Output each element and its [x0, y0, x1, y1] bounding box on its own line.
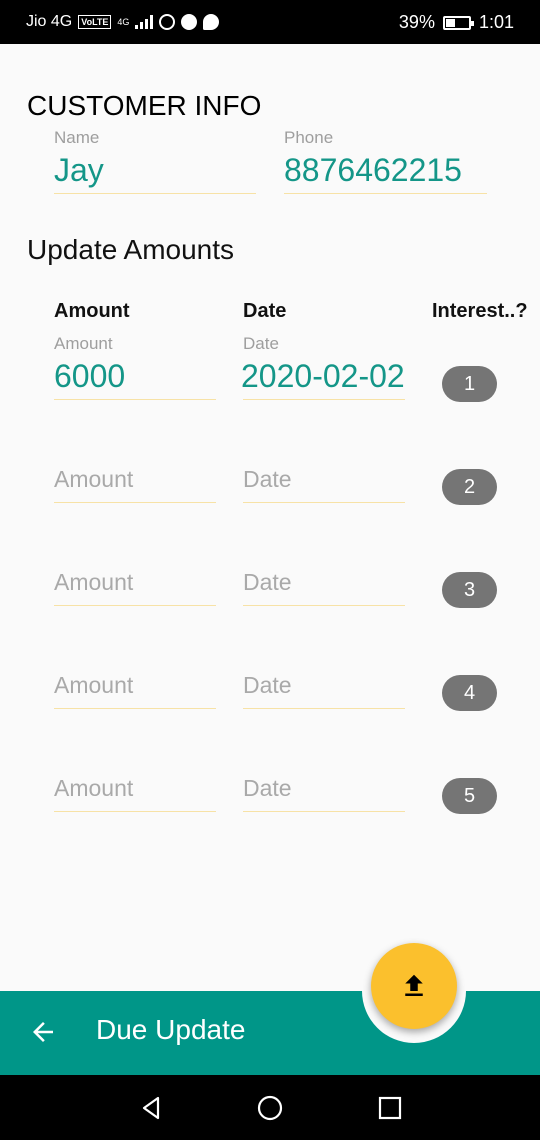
battery-icon	[442, 15, 474, 30]
status-left: Jio 4G VoLTE 4G	[26, 13, 220, 31]
interest-toggle-4[interactable]: 4	[442, 675, 497, 711]
date-label: Date	[243, 334, 279, 353]
system-nav-bar	[0, 1075, 540, 1140]
whatsapp-icon	[159, 14, 176, 30]
interest-toggle-1[interactable]: 1	[442, 366, 497, 402]
interest-column-header: Interest..?	[432, 300, 528, 322]
interest-toggle-3[interactable]: 3	[442, 572, 497, 608]
amount-field-4[interactable]: Amount	[54, 668, 216, 709]
name-value: Jay	[54, 152, 104, 188]
date-placeholder: Date	[243, 775, 292, 801]
date-placeholder: Date	[243, 466, 292, 492]
nav-back-icon[interactable]	[136, 1093, 166, 1123]
battery-percent: 39%	[398, 12, 435, 32]
bottom-bar-title: Due Update	[96, 1014, 246, 1045]
upload-button[interactable]	[371, 943, 457, 1029]
interest-toggle-5[interactable]: 5	[442, 778, 497, 814]
customer-info-heading: CUSTOMER INFO	[27, 90, 262, 121]
phone-value: 8876462215	[284, 152, 462, 188]
carrier-label: Jio 4G	[26, 13, 73, 30]
amount-field-1[interactable]: Amount 6000	[54, 334, 216, 400]
amount-placeholder: Amount	[54, 569, 134, 595]
amount-label: Amount	[54, 334, 113, 353]
arrow-back-icon[interactable]	[28, 1017, 58, 1047]
date-field-2[interactable]: Date	[243, 462, 405, 503]
date-field-5[interactable]: Date	[243, 771, 405, 812]
amount-field-3[interactable]: Amount	[54, 565, 216, 606]
date-placeholder: Date	[243, 672, 292, 698]
update-amounts-heading: Update Amounts	[27, 234, 235, 265]
notification-icon	[181, 14, 198, 30]
amount-placeholder: Amount	[54, 672, 134, 698]
nav-home-icon[interactable]	[255, 1093, 285, 1123]
message-icon	[203, 14, 220, 30]
upload-icon	[405, 974, 423, 996]
signal-icon	[135, 15, 154, 29]
status-bar: Jio 4G VoLTE 4G 39% 1:01	[0, 0, 540, 44]
phone-field[interactable]: Phone 8876462215	[284, 128, 487, 194]
amount-placeholder: Amount	[54, 775, 134, 801]
name-field[interactable]: Name Jay	[54, 128, 256, 194]
date-field-4[interactable]: Date	[243, 668, 405, 709]
status-right: 39% 1:01	[399, 12, 514, 33]
clock: 1:01	[478, 12, 514, 32]
date-field-3[interactable]: Date	[243, 565, 405, 606]
date-value: 2020-02-02	[241, 358, 405, 394]
interest-toggle-2[interactable]: 2	[442, 469, 497, 505]
date-placeholder: Date	[243, 569, 292, 595]
nav-recents-icon[interactable]	[375, 1093, 405, 1123]
phone-label: Phone	[284, 128, 334, 147]
date-column-header: Date	[243, 300, 287, 322]
amount-placeholder: Amount	[54, 466, 134, 492]
amount-field-5[interactable]: Amount	[54, 771, 216, 812]
amount-field-2[interactable]: Amount	[54, 462, 216, 503]
volte-badge: VoLTE	[78, 15, 112, 29]
name-label: Name	[54, 128, 100, 147]
network-type: 4G	[117, 17, 130, 27]
amount-column-header: Amount	[54, 300, 130, 322]
date-field-1[interactable]: Date 2020-02-02	[241, 334, 405, 400]
amount-value: 6000	[54, 358, 126, 394]
